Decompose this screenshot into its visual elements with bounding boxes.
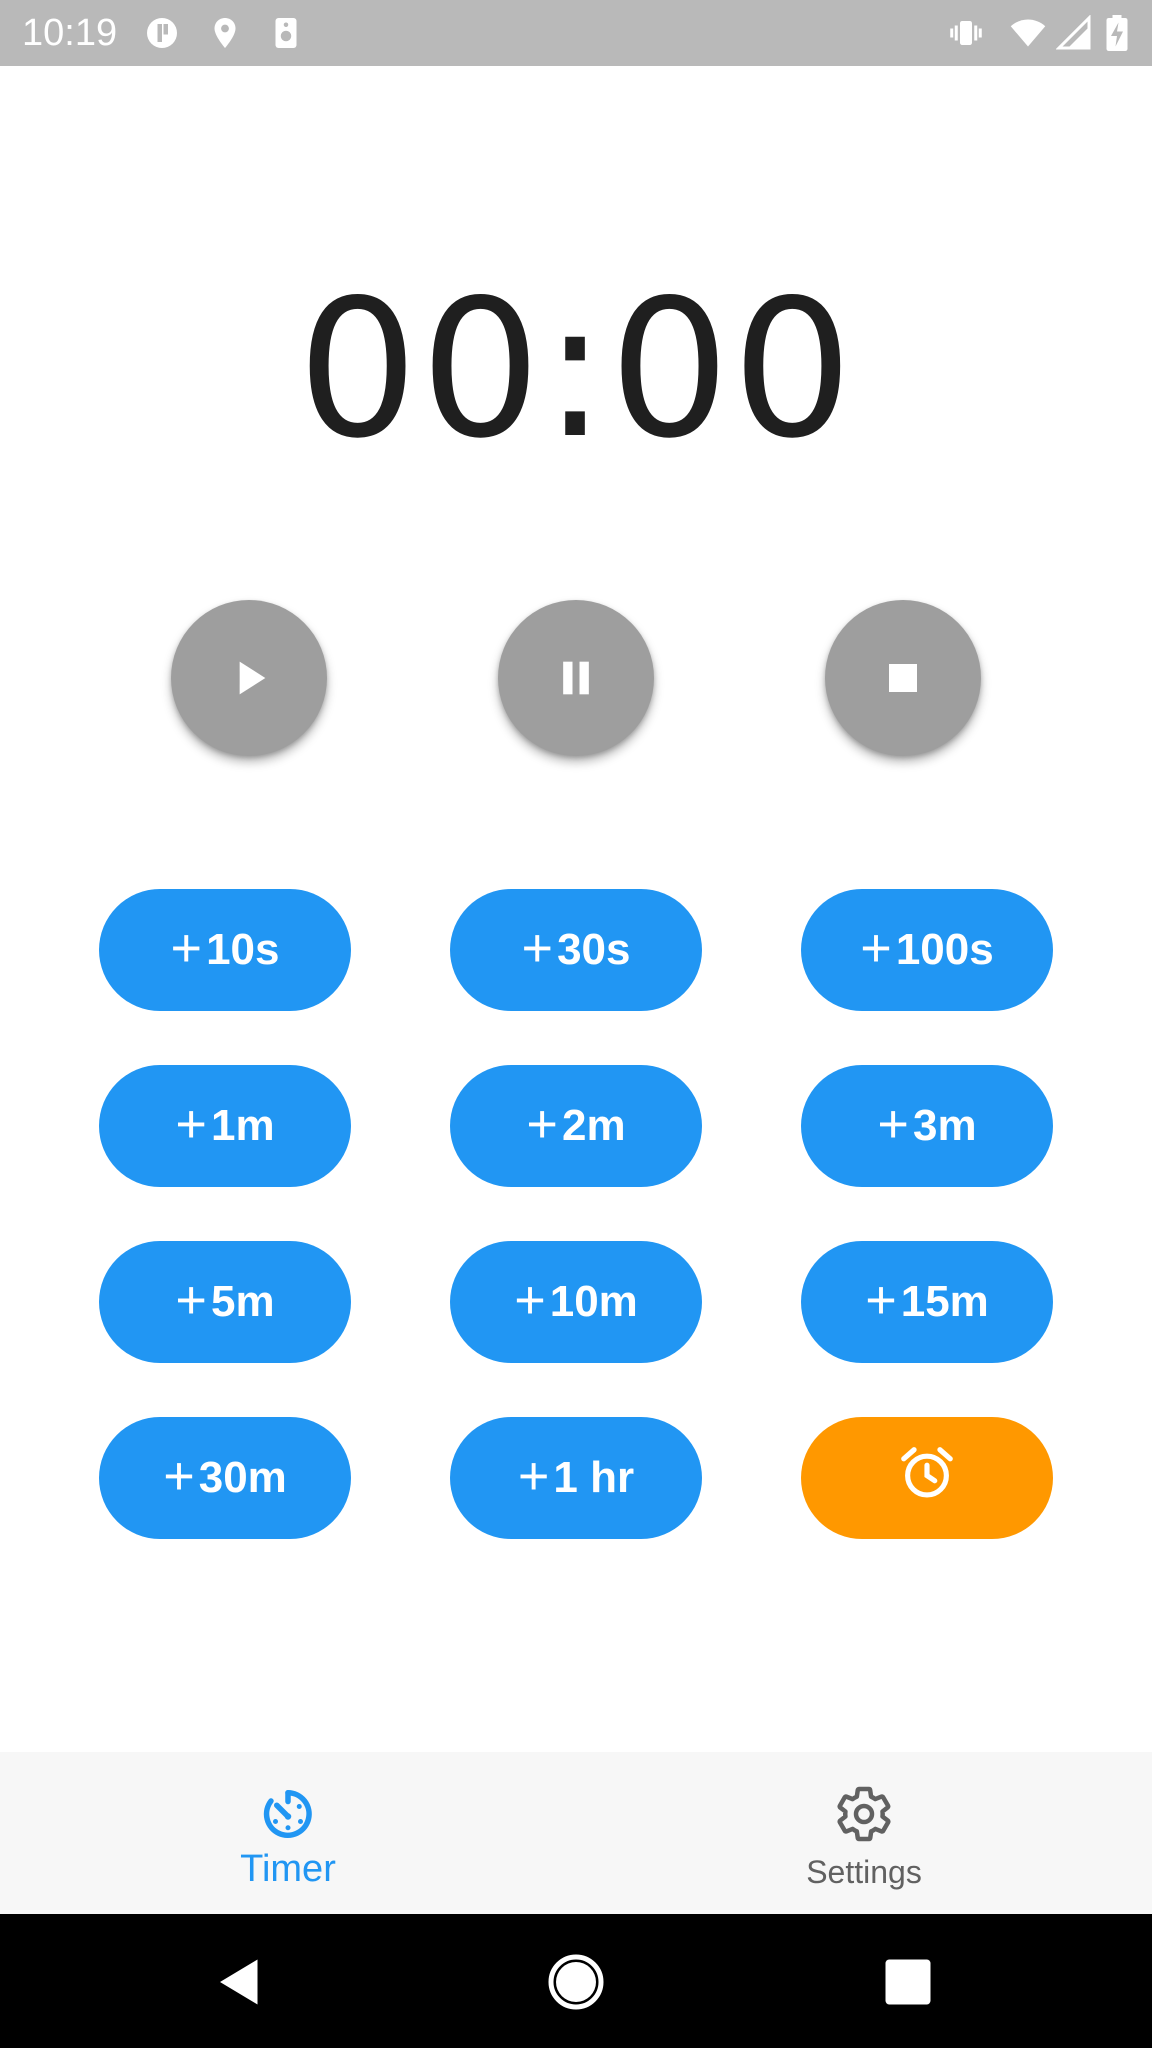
add-1m-button[interactable]: +1m — [99, 1065, 351, 1187]
signal-icon — [1056, 15, 1092, 51]
add-10m-button[interactable]: +10m — [450, 1241, 702, 1363]
pause-button[interactable] — [498, 600, 654, 756]
play-button[interactable] — [171, 600, 327, 756]
gear-icon — [834, 1784, 894, 1844]
home-icon[interactable] — [546, 1952, 606, 2012]
nav-item-settings[interactable]: Settings — [576, 1752, 1152, 1914]
vibrate-icon — [948, 15, 984, 51]
pause-icon — [548, 650, 604, 706]
add-100s-button[interactable]: +100s — [801, 889, 1053, 1011]
status-time: 10:19 — [22, 12, 118, 54]
status-bar: 10:19 — [0, 0, 1152, 66]
battery-charging-icon — [1102, 15, 1132, 51]
nav-label-settings: Settings — [806, 1854, 922, 1890]
speaker-icon — [268, 15, 304, 51]
nav-label-timer: Timer — [240, 1848, 336, 1890]
add-10s-button[interactable]: +10s — [99, 889, 351, 1011]
back-icon[interactable] — [210, 1952, 270, 2012]
add-15m-button[interactable]: +15m — [801, 1241, 1053, 1363]
bottom-navigation: Timer Settings — [0, 1752, 1152, 1914]
add-3m-button[interactable]: +3m — [801, 1065, 1053, 1187]
timer-display: 00:00 — [297, 259, 855, 480]
nav-item-timer[interactable]: Timer — [0, 1752, 576, 1914]
location-icon — [207, 15, 243, 51]
stop-button[interactable] — [825, 600, 981, 756]
add-1hr-button[interactable]: +1 hr — [450, 1417, 702, 1539]
timer-icon — [258, 1784, 318, 1844]
wifi-icon — [1010, 15, 1046, 51]
data-saver-icon — [144, 15, 180, 51]
alarm-clock-icon — [896, 1442, 958, 1515]
play-icon — [221, 650, 277, 706]
add-30s-button[interactable]: +30s — [450, 889, 702, 1011]
add-30m-button[interactable]: +30m — [99, 1417, 351, 1539]
add-2m-button[interactable]: +2m — [450, 1065, 702, 1187]
stop-icon — [875, 650, 931, 706]
add-5m-button[interactable]: +5m — [99, 1241, 351, 1363]
alarm-button[interactable] — [801, 1417, 1053, 1539]
recents-icon[interactable] — [878, 1952, 938, 2012]
system-navigation-bar — [0, 1914, 1152, 2048]
